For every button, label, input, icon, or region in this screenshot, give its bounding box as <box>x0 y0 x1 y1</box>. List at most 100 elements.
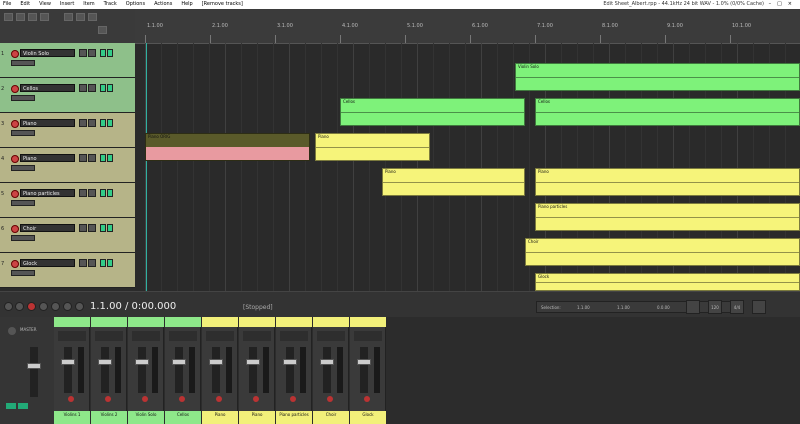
env-button[interactable] <box>107 154 113 162</box>
record-arm-button[interactable] <box>253 396 259 402</box>
mixer-channel[interactable]: Violins 2 <box>91 317 127 424</box>
track-6[interactable]: 6 Choir <box>0 218 135 253</box>
menu-item[interactable]: Options <box>126 1 145 7</box>
io-button[interactable] <box>88 224 96 232</box>
mixer-channel[interactable]: Violin Solo <box>128 317 164 424</box>
media-item[interactable]: Piano <box>535 168 800 196</box>
media-item[interactable]: Glock <box>535 273 800 291</box>
mixer-channel[interactable]: Violins 1 <box>54 317 90 424</box>
fader-track[interactable] <box>101 347 109 393</box>
media-item[interactable]: Piano <box>382 168 525 196</box>
master-pan-knob[interactable] <box>8 327 16 335</box>
record-arm-button[interactable] <box>11 225 19 233</box>
mixer-channel[interactable]: Piano <box>202 317 238 424</box>
mixer-channel[interactable]: Piano particles <box>276 317 312 424</box>
track-4[interactable]: 4 Piano <box>0 148 135 183</box>
io-button[interactable] <box>88 259 96 267</box>
env-button[interactable] <box>107 189 113 197</box>
fx-slot[interactable] <box>132 331 160 341</box>
io-button[interactable] <box>88 119 96 127</box>
mixer-channel[interactable]: Glock <box>350 317 386 424</box>
io-button[interactable] <box>88 49 96 57</box>
mixer-channel[interactable]: Cellos <box>165 317 201 424</box>
media-item[interactable]: Cellos <box>340 98 525 126</box>
fx-slot[interactable] <box>243 331 271 341</box>
fader-handle[interactable] <box>320 359 334 365</box>
fx-button[interactable] <box>100 189 106 197</box>
track-3[interactable]: 3 Piano <box>0 113 135 148</box>
fader-handle[interactable] <box>98 359 112 365</box>
window-controls[interactable]: –□× <box>769 0 798 9</box>
record-button[interactable] <box>27 302 36 311</box>
route-button[interactable] <box>79 49 87 57</box>
fader-track[interactable] <box>175 347 183 393</box>
record-arm-button[interactable] <box>11 260 19 268</box>
fx-button[interactable] <box>100 84 106 92</box>
track-name[interactable]: Piano <box>20 154 75 162</box>
snap-button[interactable] <box>40 13 49 21</box>
env-button[interactable] <box>107 224 113 232</box>
fx-slot[interactable] <box>317 331 345 341</box>
record-arm-button[interactable] <box>11 190 19 198</box>
stop-button[interactable] <box>63 302 72 311</box>
mixer-channel[interactable]: Choir <box>313 317 349 424</box>
route-button[interactable] <box>79 154 87 162</box>
menu-item[interactable]: [Remove tracks] <box>202 1 243 7</box>
fader-handle[interactable] <box>135 359 149 365</box>
track-name[interactable]: Violin Solo <box>20 49 75 57</box>
track-name[interactable]: Piano particles <box>20 189 75 197</box>
record-arm-button[interactable] <box>290 396 296 402</box>
play-button[interactable] <box>39 302 48 311</box>
track-name[interactable]: Choir <box>20 224 75 232</box>
tap-box[interactable] <box>752 300 766 314</box>
mixer-channel[interactable]: Piano <box>239 317 275 424</box>
goto-start-button[interactable] <box>15 302 24 311</box>
fx-slot[interactable] <box>95 331 123 341</box>
record-arm-button[interactable] <box>179 396 185 402</box>
fx-button[interactable] <box>100 259 106 267</box>
route-button[interactable] <box>79 84 87 92</box>
volume-slider[interactable] <box>11 95 35 101</box>
io-button[interactable] <box>88 189 96 197</box>
fx-button[interactable] <box>100 49 106 57</box>
media-item[interactable]: Piano particles <box>535 203 800 231</box>
gear-icon[interactable] <box>4 302 13 311</box>
record-arm-button[interactable] <box>216 396 222 402</box>
volume-slider[interactable] <box>11 60 35 66</box>
record-arm-button[interactable] <box>142 396 148 402</box>
env-button[interactable] <box>107 49 113 57</box>
pause-button[interactable] <box>51 302 60 311</box>
route-button[interactable] <box>79 224 87 232</box>
fx-slot[interactable] <box>169 331 197 341</box>
record-arm-button[interactable] <box>11 85 19 93</box>
menu-item[interactable]: File <box>3 1 11 7</box>
record-arm-button[interactable] <box>327 396 333 402</box>
fader-handle[interactable] <box>283 359 297 365</box>
fx-slot[interactable] <box>354 331 382 341</box>
menu-item[interactable]: Insert <box>60 1 74 7</box>
lock-button[interactable] <box>88 13 97 21</box>
menu-item[interactable]: Help <box>181 1 192 7</box>
fader-handle[interactable] <box>209 359 223 365</box>
env-button[interactable] <box>107 84 113 92</box>
record-arm-button[interactable] <box>11 50 19 58</box>
track-2[interactable]: 2 Cellos <box>0 78 135 113</box>
record-arm-button[interactable] <box>11 155 19 163</box>
fader-track[interactable] <box>360 347 368 393</box>
fx-button[interactable] <box>100 224 106 232</box>
volume-slider[interactable] <box>11 200 35 206</box>
env-button[interactable] <box>107 119 113 127</box>
menu-item[interactable]: View <box>39 1 51 7</box>
menu-item[interactable]: Track <box>104 1 117 7</box>
fx-button[interactable] <box>100 119 106 127</box>
route-button[interactable] <box>79 259 87 267</box>
route-button[interactable] <box>28 13 37 21</box>
fader-handle[interactable] <box>357 359 371 365</box>
grid-button[interactable] <box>64 13 73 21</box>
selection-length[interactable]: 0.0.00 <box>657 305 670 310</box>
fader-track[interactable] <box>138 347 146 393</box>
track-7[interactable]: 7 Glock <box>0 253 135 288</box>
track-name[interactable]: Glock <box>20 259 75 267</box>
track-name[interactable]: Piano <box>20 119 75 127</box>
fader-handle[interactable] <box>61 359 75 365</box>
